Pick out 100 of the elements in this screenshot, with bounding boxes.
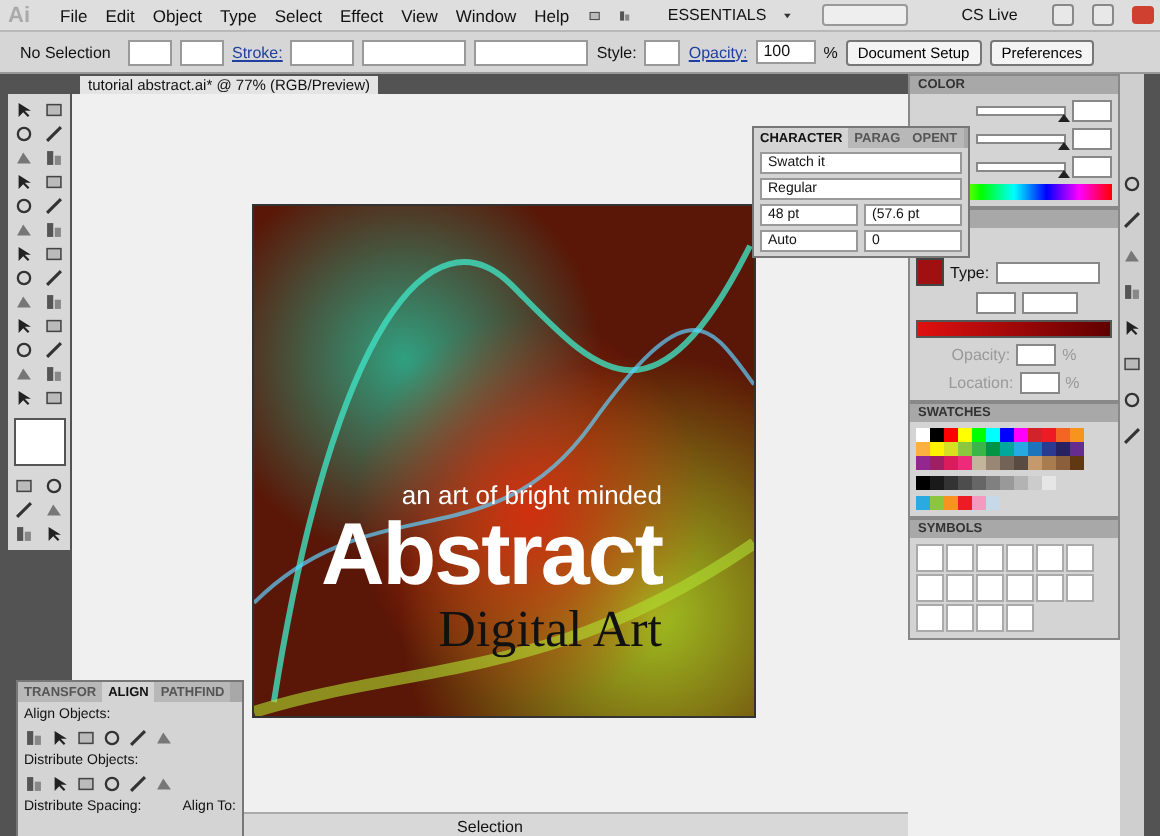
swatch[interactable]	[972, 428, 986, 442]
swatch[interactable]	[958, 442, 972, 456]
swatch[interactable]	[1042, 456, 1056, 470]
symbol-thumbnail[interactable]	[1036, 574, 1064, 602]
swatch[interactable]	[972, 456, 986, 470]
swatch[interactable]	[1042, 428, 1056, 442]
swatch[interactable]	[986, 428, 1000, 442]
swatch[interactable]	[930, 456, 944, 470]
swatch[interactable]	[916, 442, 930, 456]
tool-icon[interactable]	[44, 220, 64, 240]
menu-item[interactable]: File	[60, 5, 88, 25]
swatch[interactable]	[1028, 476, 1042, 490]
menu-item[interactable]: Type	[219, 5, 257, 25]
symbol-thumbnail[interactable]	[916, 574, 944, 602]
symbol-thumbnail[interactable]	[916, 544, 944, 572]
swatch[interactable]	[1070, 428, 1084, 442]
opacity-link[interactable]: Opacity:	[688, 43, 748, 61]
cs-live-menu[interactable]: CS Live	[961, 6, 1018, 24]
type-dropdown[interactable]	[995, 261, 1100, 283]
fill-stroke-swatch[interactable]	[13, 418, 65, 466]
swatch[interactable]	[986, 496, 1000, 510]
swatch[interactable]	[930, 496, 944, 510]
swatch[interactable]	[916, 428, 930, 442]
caret-icon[interactable]	[784, 11, 792, 19]
swatch[interactable]	[930, 428, 944, 442]
swatch[interactable]	[958, 428, 972, 442]
close-button[interactable]	[1132, 6, 1154, 24]
menu-item[interactable]: Select	[274, 5, 322, 25]
swatch[interactable]	[958, 496, 972, 510]
symbol-thumbnail[interactable]	[1066, 544, 1094, 572]
symbol-thumbnail[interactable]	[946, 544, 974, 572]
symbol-thumbnail[interactable]	[976, 574, 1004, 602]
symbol-thumbnail[interactable]	[976, 544, 1004, 572]
stroke-dropdown[interactable]	[180, 39, 224, 65]
tool-icon[interactable]	[14, 524, 34, 544]
tool-icon[interactable]	[44, 148, 64, 168]
swatch[interactable]	[1028, 456, 1042, 470]
swatch[interactable]	[1070, 456, 1084, 470]
opacity-field[interactable]: 100	[755, 40, 816, 64]
menu-item[interactable]: View	[401, 5, 438, 25]
symbol-thumbnail[interactable]	[1036, 544, 1064, 572]
swatch[interactable]	[944, 442, 958, 456]
swatch[interactable]	[930, 442, 944, 456]
swatch[interactable]	[1028, 442, 1042, 456]
swatch[interactable]	[986, 476, 1000, 490]
color-value-field[interactable]	[1072, 100, 1112, 122]
dock-panel-icon[interactable]	[1122, 282, 1142, 302]
swatch[interactable]	[1056, 428, 1070, 442]
gradient-ramp[interactable]	[916, 320, 1112, 338]
symbol-thumbnail[interactable]	[946, 574, 974, 602]
symbol-thumbnail[interactable]	[1006, 544, 1034, 572]
menu-item[interactable]: Edit	[105, 5, 135, 25]
menu-item[interactable]: Effect	[340, 5, 384, 25]
tool-icon[interactable]	[44, 292, 64, 312]
swatch[interactable]	[958, 456, 972, 470]
location-field[interactable]	[1019, 372, 1060, 394]
swatch[interactable]	[972, 476, 986, 490]
swatch[interactable]	[958, 476, 972, 490]
restore-button[interactable]	[1092, 4, 1115, 26]
tool-icon[interactable]	[44, 364, 64, 384]
swatch[interactable]	[1014, 456, 1028, 470]
swatch[interactable]	[1000, 476, 1014, 490]
search-field[interactable]	[821, 4, 908, 26]
swatch[interactable]	[1000, 456, 1014, 470]
swatch[interactable]	[1000, 428, 1014, 442]
swatch[interactable]	[1000, 442, 1014, 456]
stroke-link[interactable]: Stroke:	[232, 43, 283, 61]
symbol-thumbnail[interactable]	[1006, 604, 1034, 632]
swatch[interactable]	[944, 428, 958, 442]
swatch[interactable]	[944, 476, 958, 490]
swatch[interactable]	[930, 476, 944, 490]
swatch[interactable]	[1014, 442, 1028, 456]
symbol-thumbnail[interactable]	[946, 604, 974, 632]
opacity-field[interactable]	[1016, 344, 1057, 366]
aspect-field[interactable]	[1022, 292, 1078, 314]
swatch[interactable]	[986, 456, 1000, 470]
menu-item[interactable]: Object	[152, 5, 202, 25]
color-value-field[interactable]	[1072, 156, 1112, 178]
swatch[interactable]	[972, 442, 986, 456]
stroke-weight-field[interactable]	[290, 39, 355, 65]
swatch[interactable]	[986, 442, 1000, 456]
swatch[interactable]	[916, 476, 930, 490]
arrange-icon[interactable]	[618, 5, 632, 25]
swatch[interactable]	[1014, 428, 1028, 442]
menu-item[interactable]: Help	[534, 5, 570, 25]
swatch[interactable]	[1028, 428, 1042, 442]
swatch[interactable]	[916, 456, 930, 470]
symbol-thumbnail[interactable]	[916, 604, 944, 632]
swatch[interactable]	[944, 496, 958, 510]
profile-dropdown[interactable]	[362, 39, 467, 65]
minimize-button[interactable]	[1051, 4, 1075, 26]
color-value-field[interactable]	[1072, 128, 1112, 150]
brush-dropdown[interactable]	[474, 39, 589, 65]
symbol-thumbnail[interactable]	[1006, 574, 1034, 602]
swatch[interactable]	[944, 456, 958, 470]
swatch[interactable]	[972, 496, 986, 510]
swatch[interactable]	[1042, 442, 1056, 456]
style-dropdown[interactable]	[644, 39, 681, 65]
swatch[interactable]	[1042, 476, 1056, 490]
swatch[interactable]	[916, 496, 930, 510]
